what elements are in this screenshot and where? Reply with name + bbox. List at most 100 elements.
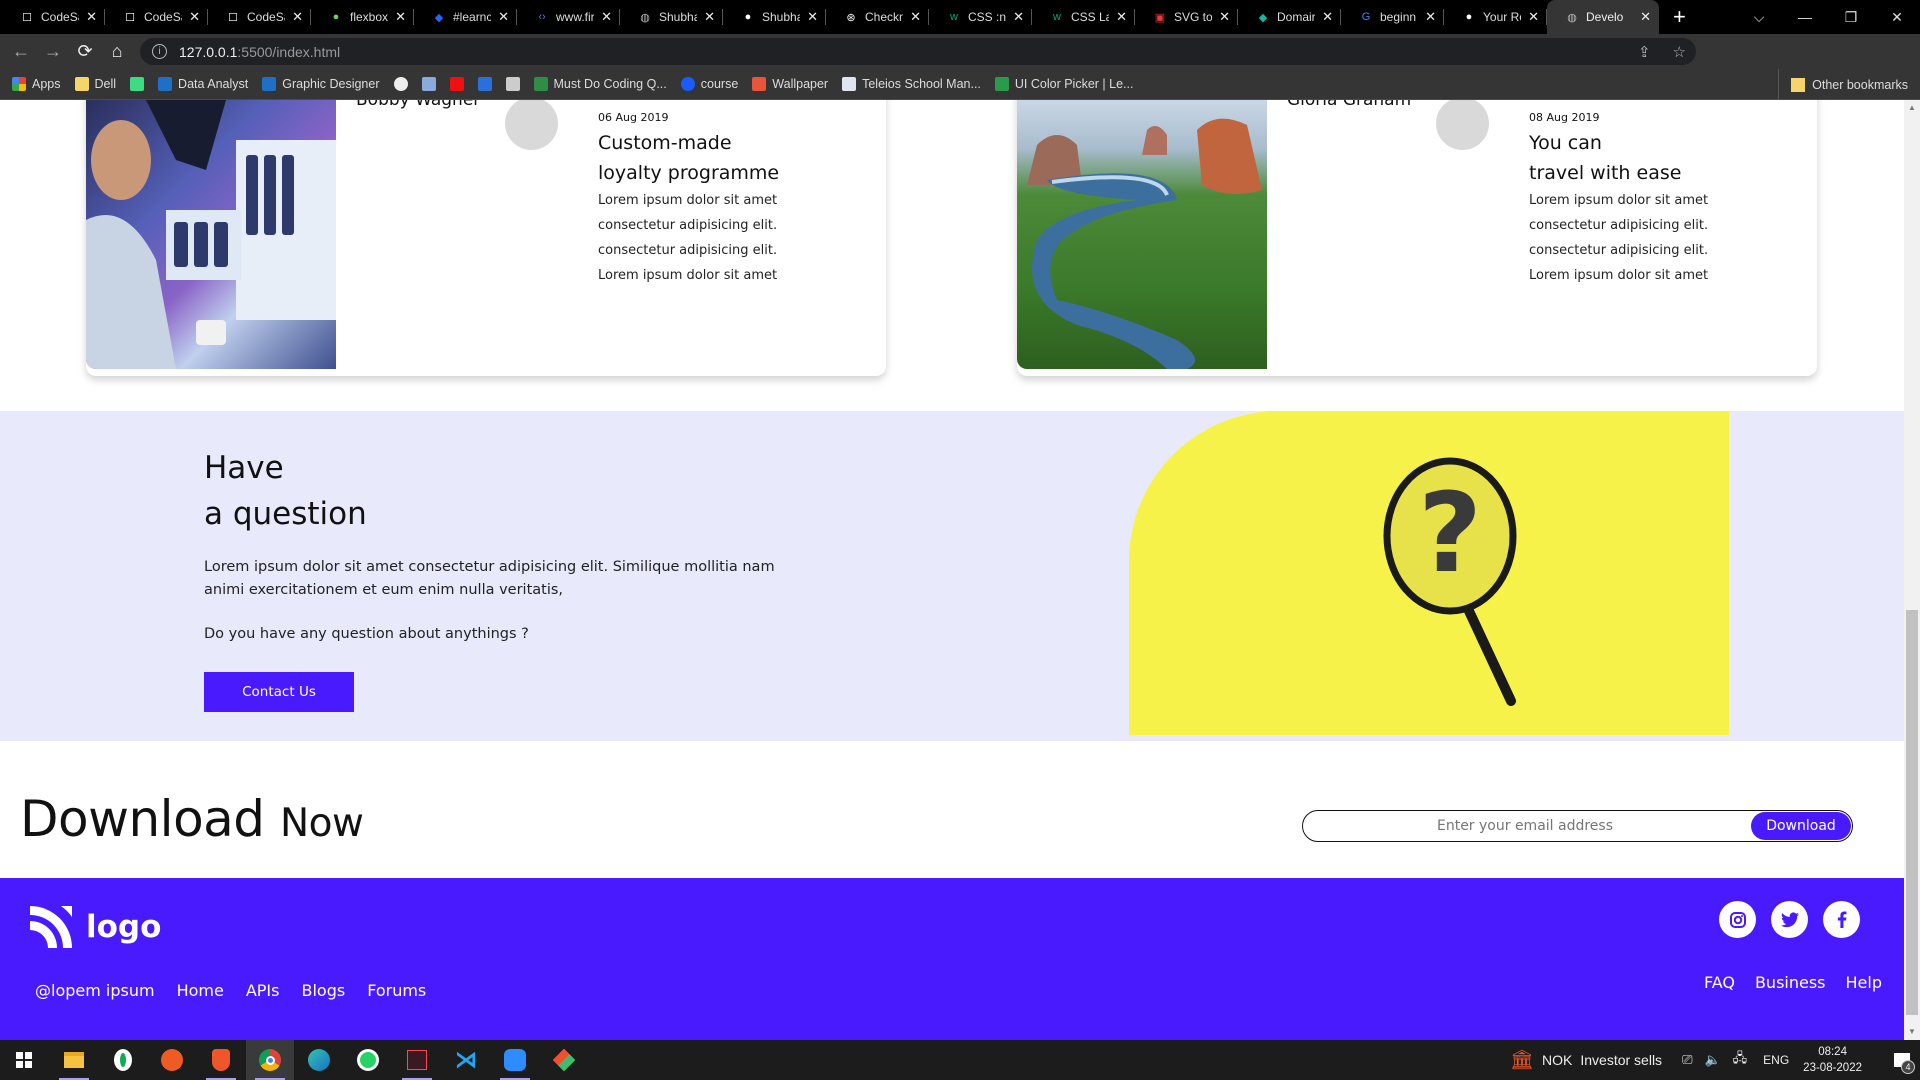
- scroll-up-arrow-icon[interactable]: ▲: [1904, 100, 1920, 116]
- download-button[interactable]: Download: [1751, 812, 1851, 840]
- meet-now-icon[interactable]: ⎚: [1682, 1052, 1692, 1068]
- brave-icon[interactable]: [197, 1040, 245, 1080]
- bookmark-star-icon[interactable]: ☆: [1673, 43, 1686, 61]
- bookmark-item[interactable]: Dell: [74, 77, 116, 91]
- bookmark-item[interactable]: [393, 77, 408, 91]
- browser-tab[interactable]: w CSS Lay ✕: [1032, 0, 1135, 34]
- tab-close-icon[interactable]: ✕: [601, 9, 612, 25]
- back-button[interactable]: ←: [6, 41, 36, 62]
- bookmark-item[interactable]: course: [680, 77, 738, 91]
- tab-close-icon[interactable]: ✕: [1219, 9, 1230, 25]
- address-bar[interactable]: i 127.0.0.1:5500/index.html ⇪ ☆: [140, 38, 1696, 65]
- footer-link-apis[interactable]: APIs: [246, 981, 280, 1000]
- browser-tab[interactable]: ☐ CodeSa ✕: [105, 0, 208, 34]
- footer-link-blogs[interactable]: Blogs: [301, 981, 345, 1000]
- tab-close-icon[interactable]: ✕: [1640, 9, 1651, 25]
- chrome-icon[interactable]: [246, 1040, 294, 1080]
- network-icon[interactable]: 🖧: [1733, 1049, 1748, 1071]
- footer-link-copyright[interactable]: @lopem ipsum: [35, 981, 155, 1000]
- facebook-icon[interactable]: [1823, 901, 1860, 938]
- footer-link-forums[interactable]: Forums: [367, 981, 426, 1000]
- vscode-icon[interactable]: ⋊: [442, 1040, 490, 1080]
- bookmark-item[interactable]: [505, 77, 520, 91]
- tab-active[interactable]: ◍ Develo ✕: [1547, 0, 1659, 34]
- browser-tab[interactable]: ‹› www.fir ✕: [517, 0, 620, 34]
- bookmark-item[interactable]: Wallpaper: [752, 77, 828, 91]
- restore-button[interactable]: ❐: [1828, 9, 1874, 26]
- tab-close-icon[interactable]: ✕: [1322, 9, 1333, 25]
- bookmark-item[interactable]: [449, 77, 464, 91]
- windows-start-icon[interactable]: [0, 1040, 48, 1080]
- bookmark-item[interactable]: Teleios School Man...: [842, 77, 981, 91]
- footer-link-home[interactable]: Home: [177, 981, 224, 1000]
- footer-link-business[interactable]: Business: [1755, 973, 1826, 992]
- reload-button[interactable]: ⟳: [70, 41, 100, 62]
- browser-tab[interactable]: Gbeginn ✕: [1341, 0, 1444, 34]
- tab-close-icon[interactable]: ✕: [1425, 9, 1436, 25]
- minimize-button[interactable]: —: [1782, 9, 1828, 25]
- stock-ticker-text[interactable]: Investor sells: [1580, 1052, 1662, 1068]
- language-indicator[interactable]: ENG: [1763, 1053, 1789, 1067]
- tab-close-icon[interactable]: ✕: [86, 9, 97, 25]
- footer-link-help[interactable]: Help: [1846, 973, 1882, 992]
- browser-tab[interactable]: ● Your Re ✕: [1444, 0, 1547, 34]
- browser-tab[interactable]: ◆ #learnc ✕: [414, 0, 517, 34]
- bank-icon[interactable]: 🏛: [1510, 1048, 1534, 1072]
- clock[interactable]: 08:24 23-08-2022: [1803, 1044, 1862, 1076]
- tab-close-icon[interactable]: ✕: [807, 9, 818, 25]
- bookmark-item[interactable]: Data Analyst: [158, 77, 248, 91]
- browser-tab[interactable]: ☐ CodeSa ✕: [2, 0, 105, 34]
- bookmark-item[interactable]: Must Do Coding Q...: [533, 77, 667, 91]
- browser-tab[interactable]: ☐ CodeSa ✕: [208, 0, 311, 34]
- footer-link-faq[interactable]: FAQ: [1704, 973, 1735, 992]
- new-tab-button[interactable]: +: [1673, 4, 1686, 30]
- bookmark-item[interactable]: Apps: [12, 77, 61, 91]
- tab-close-icon[interactable]: ✕: [1116, 9, 1127, 25]
- browser-tab[interactable]: ▣ SVG to ✕: [1135, 0, 1238, 34]
- browser-tab[interactable]: ● flexbox ✕: [311, 0, 414, 34]
- browser-tab[interactable]: ⊛ Checkm ✕: [826, 0, 929, 34]
- browser-tab[interactable]: ◍ Shubha ✕: [620, 0, 723, 34]
- contact-us-button[interactable]: Contact Us: [204, 672, 354, 712]
- tab-close-icon[interactable]: ✕: [1013, 9, 1024, 25]
- bookmark-item[interactable]: [130, 77, 145, 91]
- file-explorer-icon[interactable]: [50, 1040, 98, 1080]
- twitter-icon[interactable]: [1771, 901, 1808, 938]
- footer-logo[interactable]: logo: [30, 906, 161, 948]
- git-icon[interactable]: [540, 1040, 588, 1080]
- edge-icon[interactable]: [295, 1040, 343, 1080]
- bookmark-item[interactable]: [477, 77, 492, 91]
- email-input[interactable]: [1305, 813, 1745, 839]
- volume-icon[interactable]: 🔈: [1704, 1052, 1720, 1068]
- whatsapp-icon[interactable]: [344, 1040, 392, 1080]
- tab-close-icon[interactable]: ✕: [910, 9, 921, 25]
- tab-close-icon[interactable]: ✕: [498, 9, 509, 25]
- page-scrollbar[interactable]: ▲ ▼: [1904, 100, 1920, 1040]
- tab-close-icon[interactable]: ✕: [292, 9, 303, 25]
- tab-search-icon[interactable]: ⌵: [1736, 9, 1782, 26]
- scrollbar-thumb[interactable]: [1906, 610, 1918, 1015]
- tab-close-icon[interactable]: ✕: [704, 9, 715, 25]
- other-bookmarks[interactable]: Other bookmarks: [1778, 69, 1908, 100]
- forward-button[interactable]: →: [38, 41, 68, 62]
- zoom-icon[interactable]: [491, 1040, 539, 1080]
- mongodb-icon[interactable]: [99, 1040, 147, 1080]
- bookmark-item[interactable]: UI Color Picker | Le...: [994, 77, 1133, 91]
- close-window-button[interactable]: ✕: [1874, 9, 1920, 26]
- notification-center-icon[interactable]: 4: [1884, 1040, 1920, 1080]
- blog-card[interactable]: Gloria Graham 08 Aug 2019 You can travel…: [1017, 100, 1817, 376]
- stock-ticker-symbol[interactable]: NOK: [1542, 1052, 1572, 1068]
- bookmark-item[interactable]: [421, 77, 436, 91]
- bookmark-item[interactable]: Graphic Designer: [262, 77, 380, 91]
- home-button[interactable]: ⌂: [102, 41, 132, 62]
- tab-close-icon[interactable]: ✕: [395, 9, 406, 25]
- blog-card[interactable]: Bobby Wagner 06 Aug 2019 Custom-made loy…: [86, 100, 886, 376]
- tab-close-icon[interactable]: ✕: [1528, 9, 1539, 25]
- tab-close-icon[interactable]: ✕: [189, 9, 200, 25]
- share-icon[interactable]: ⇪: [1638, 43, 1651, 61]
- valorant-icon[interactable]: [393, 1040, 441, 1080]
- site-info-icon[interactable]: i: [152, 44, 167, 59]
- browser-tab[interactable]: w CSS :nt ✕: [929, 0, 1032, 34]
- postman-icon[interactable]: [148, 1040, 196, 1080]
- scroll-down-arrow-icon[interactable]: ▼: [1904, 1024, 1920, 1040]
